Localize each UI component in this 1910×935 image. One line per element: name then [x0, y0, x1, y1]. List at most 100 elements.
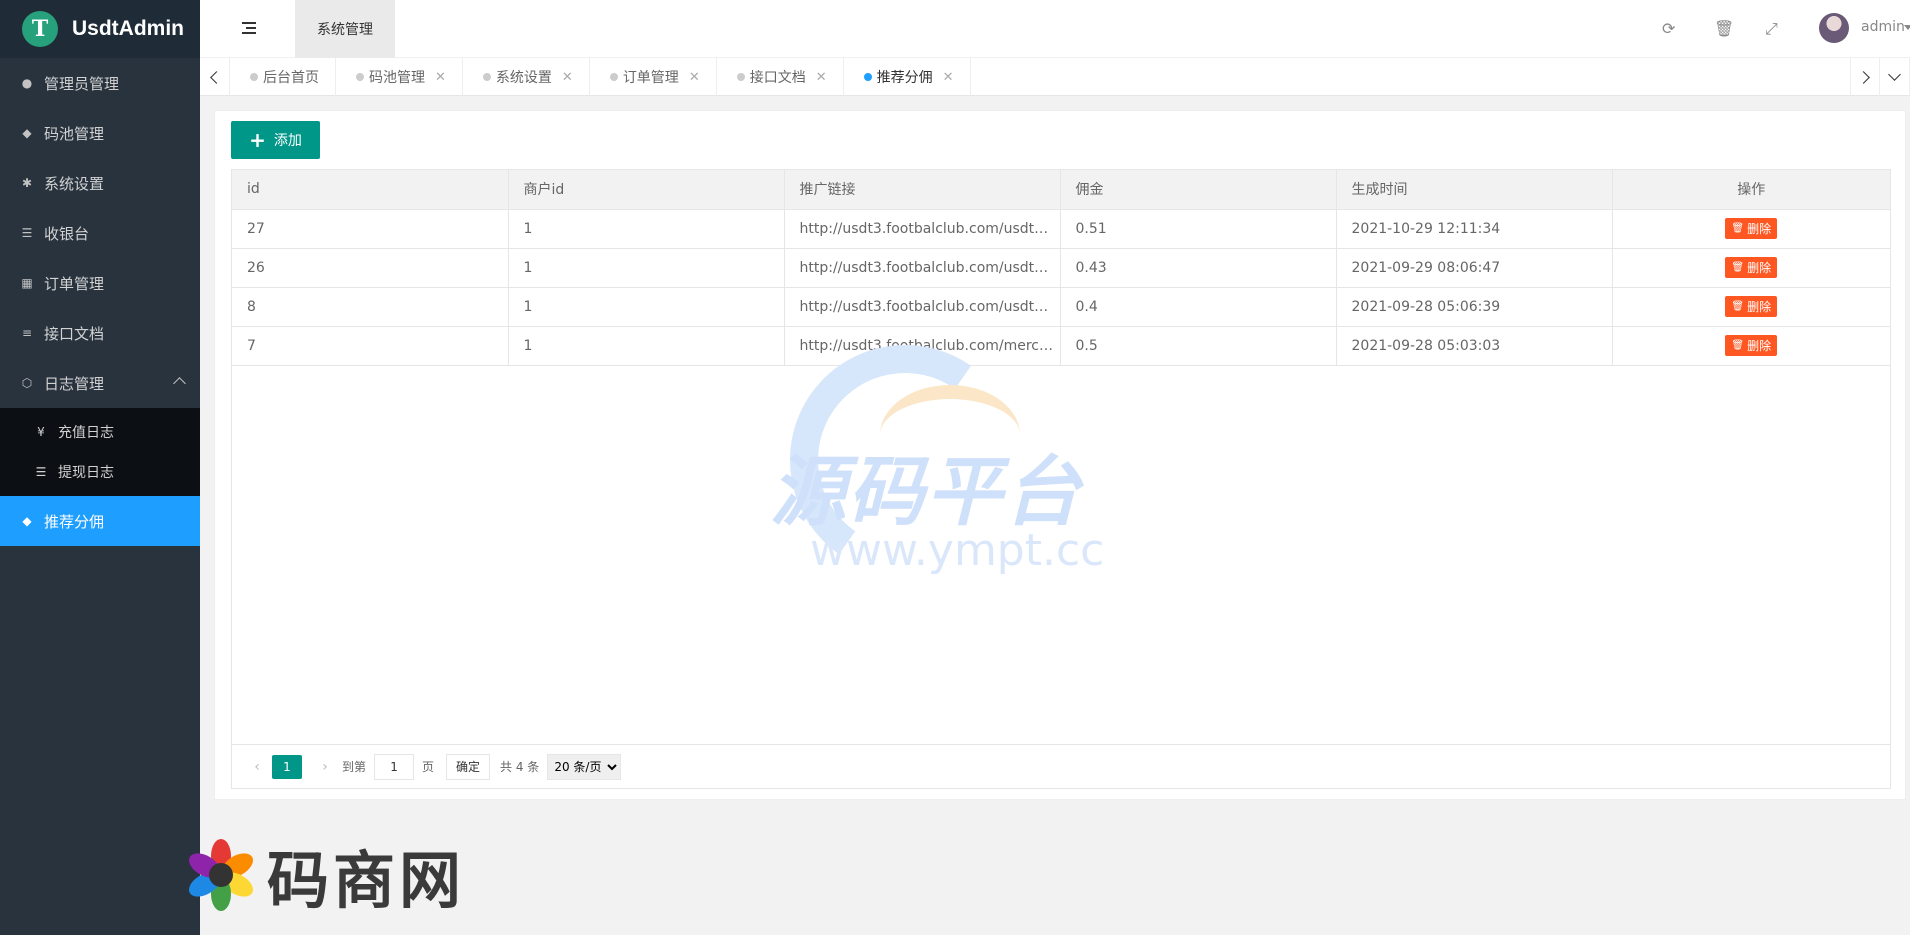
sidebar-item-label: 系统设置: [44, 174, 105, 193]
bottom-logo: 码商网: [184, 835, 465, 917]
page-current[interactable]: 1: [272, 754, 302, 779]
cell-link: http://usdt3.footbalclub.com/usdtmer…: [784, 287, 1061, 327]
bottom-logo-text: 码商网: [267, 844, 466, 917]
chevron-down-icon[interactable]: [1904, 25, 1910, 30]
android-icon: ◆: [22, 126, 32, 140]
tab-label: 订单管理: [622, 70, 679, 86]
chevron-up-icon: [173, 377, 186, 390]
column-header-created[interactable]: 生成时间: [1336, 170, 1613, 210]
sidebar-item-recharge-log[interactable]: ¥ 充值日志: [0, 412, 200, 452]
cell-actions: 🗑 删除: [1612, 326, 1890, 366]
sidebar-item-label: 订单管理: [44, 274, 105, 293]
sidebar-item-admins[interactable]: ● 管理员管理: [0, 58, 200, 108]
tab-settings[interactable]: 系统设置 ✕: [463, 58, 590, 96]
sidebar-item-label: 提现日志: [58, 465, 114, 481]
delete-button-label: 删除: [1747, 261, 1772, 275]
column-header-id[interactable]: id: [232, 170, 509, 210]
sidebar-item-api-docs[interactable]: ≡ 接口文档: [0, 308, 200, 358]
sidebar-item-label: 接口文档: [44, 324, 105, 343]
column-header-link[interactable]: 推广链接: [784, 170, 1061, 210]
add-button[interactable]: + 添加: [231, 121, 320, 159]
cell-id: 7: [232, 326, 509, 366]
page-size-select[interactable]: 20 条/页: [547, 753, 622, 780]
tab-referral[interactable]: 推荐分佣 ✕: [844, 58, 971, 96]
page-suffix: 页: [422, 760, 435, 774]
tab-list: 后台首页 码池管理 ✕ 系统设置 ✕ 订单管理 ✕ 接口文档 ✕ 推荐分佣 ✕: [230, 58, 971, 96]
column-header-commission[interactable]: 佣金: [1060, 170, 1337, 210]
tabs-menu-button[interactable]: [1880, 58, 1910, 96]
tab-label: 码池管理: [369, 70, 425, 86]
cell-link: http://usdt3.footbalclub.com/usdtmer…: [784, 209, 1061, 249]
yen-icon: ¥: [37, 425, 45, 439]
trash-icon[interactable]: 🗑: [1714, 19, 1734, 38]
avatar[interactable]: [1819, 13, 1849, 43]
tab-orders[interactable]: 订单管理 ✕: [590, 58, 717, 96]
flower-logo-icon: [184, 839, 258, 911]
delete-button-label: 删除: [1747, 300, 1772, 314]
tab-label: 后台首页: [263, 70, 319, 86]
tab-home[interactable]: 后台首页: [230, 58, 336, 96]
tab-code-pool[interactable]: 码池管理 ✕: [336, 58, 463, 96]
content-panel: + 添加 id 商户id 推广链接 佣金 生成时间 操作 27 1 http:/…: [214, 110, 1906, 800]
user-icon: ●: [21, 76, 33, 90]
delete-button[interactable]: 🗑 删除: [1725, 296, 1778, 317]
sidebar-item-label: 收银台: [44, 224, 90, 243]
goto-page-input[interactable]: [374, 753, 415, 780]
prev-page-icon[interactable]: ‹: [246, 759, 268, 775]
close-icon[interactable]: ✕: [816, 70, 827, 85]
goto-confirm-button[interactable]: 确定: [446, 753, 491, 780]
calculator-icon: ▦: [21, 276, 33, 290]
table-row[interactable]: 7 1 http://usdt3.footbalclub.com/merchan…: [232, 326, 1890, 366]
cell-created: 2021-09-28 05:03:03: [1336, 326, 1613, 366]
column-header-merchant-id[interactable]: 商户id: [508, 170, 785, 210]
tabs-scroll-right-button[interactable]: [1850, 58, 1880, 96]
tab-dot-icon: [356, 73, 364, 81]
tab-api-docs[interactable]: 接口文档 ✕: [717, 58, 844, 96]
refresh-icon[interactable]: ⟳: [1662, 19, 1675, 38]
app-name: UsdtAdmin: [72, 17, 184, 40]
sidebar-item-code-pool[interactable]: ◆ 码池管理: [0, 108, 200, 158]
sidebar-item-label: 推荐分佣: [44, 512, 105, 531]
cell-commission: 0.51: [1060, 209, 1337, 249]
sidebar-item-withdraw-log[interactable]: ☰ 提现日志: [0, 452, 200, 492]
tab-dot-icon: [482, 73, 491, 81]
menu-toggle-icon[interactable]: [242, 22, 256, 34]
trash-icon: 🗑: [1731, 262, 1745, 273]
next-page-icon[interactable]: ›: [314, 759, 336, 775]
top-header: 系统管理 ⟳ 🗑 ⤢ admin: [200, 0, 1910, 58]
sidebar-item-settings[interactable]: ✱ 系统设置: [0, 158, 200, 208]
table-row[interactable]: 8 1 http://usdt3.footbalclub.com/usdtmer…: [232, 287, 1890, 327]
sidebar-item-label: 日志管理: [44, 374, 105, 393]
user-name[interactable]: admin: [1861, 19, 1905, 35]
top-nav-system[interactable]: 系统管理: [295, 0, 395, 58]
sidebar-item-logs[interactable]: ⬡ 日志管理: [0, 358, 200, 408]
cell-actions: 🗑 删除: [1612, 248, 1890, 288]
pagination: ‹ 1 › 到第 页 确定 共 4 条 20 条/页: [232, 744, 1890, 788]
sidebar-item-referral[interactable]: ◆ 推荐分佣: [0, 496, 200, 546]
sidebar: T UsdtAdmin ● 管理员管理 ◆ 码池管理 ✱ 系统设置 ☰ 收银台 …: [0, 0, 200, 935]
cell-created: 2021-10-29 12:11:34: [1336, 209, 1613, 249]
close-icon[interactable]: ✕: [689, 70, 700, 85]
close-icon[interactable]: ✕: [435, 70, 446, 85]
cell-id: 8: [232, 287, 509, 327]
delete-button[interactable]: 🗑 删除: [1725, 218, 1778, 239]
table-row[interactable]: 26 1 http://usdt3.footbalclub.com/usdtme…: [232, 248, 1890, 288]
add-button-label: 添加: [273, 133, 302, 149]
sidebar-item-orders[interactable]: ▦ 订单管理: [0, 258, 200, 308]
fullscreen-icon[interactable]: ⤢: [1765, 19, 1778, 39]
submenu-logs: ¥ 充值日志 ☰ 提现日志: [0, 408, 200, 496]
close-icon[interactable]: ✕: [562, 70, 573, 85]
sidebar-item-cashier[interactable]: ☰ 收银台: [0, 208, 200, 258]
tabs-scroll-left-button[interactable]: [200, 58, 230, 96]
close-icon[interactable]: ✕: [943, 70, 954, 85]
chevron-right-icon: [1856, 70, 1870, 84]
cell-actions: 🗑 删除: [1612, 209, 1890, 249]
trash-icon: 🗑: [1731, 340, 1745, 351]
cell-id: 26: [232, 248, 509, 288]
delete-button[interactable]: 🗑 删除: [1725, 257, 1778, 278]
chevron-left-icon: [210, 70, 223, 84]
table-row[interactable]: 27 1 http://usdt3.footbalclub.com/usdtme…: [232, 209, 1890, 249]
tab-dot-icon: [863, 73, 872, 81]
delete-button[interactable]: 🗑 删除: [1725, 335, 1778, 356]
logo[interactable]: T UsdtAdmin: [0, 0, 200, 58]
